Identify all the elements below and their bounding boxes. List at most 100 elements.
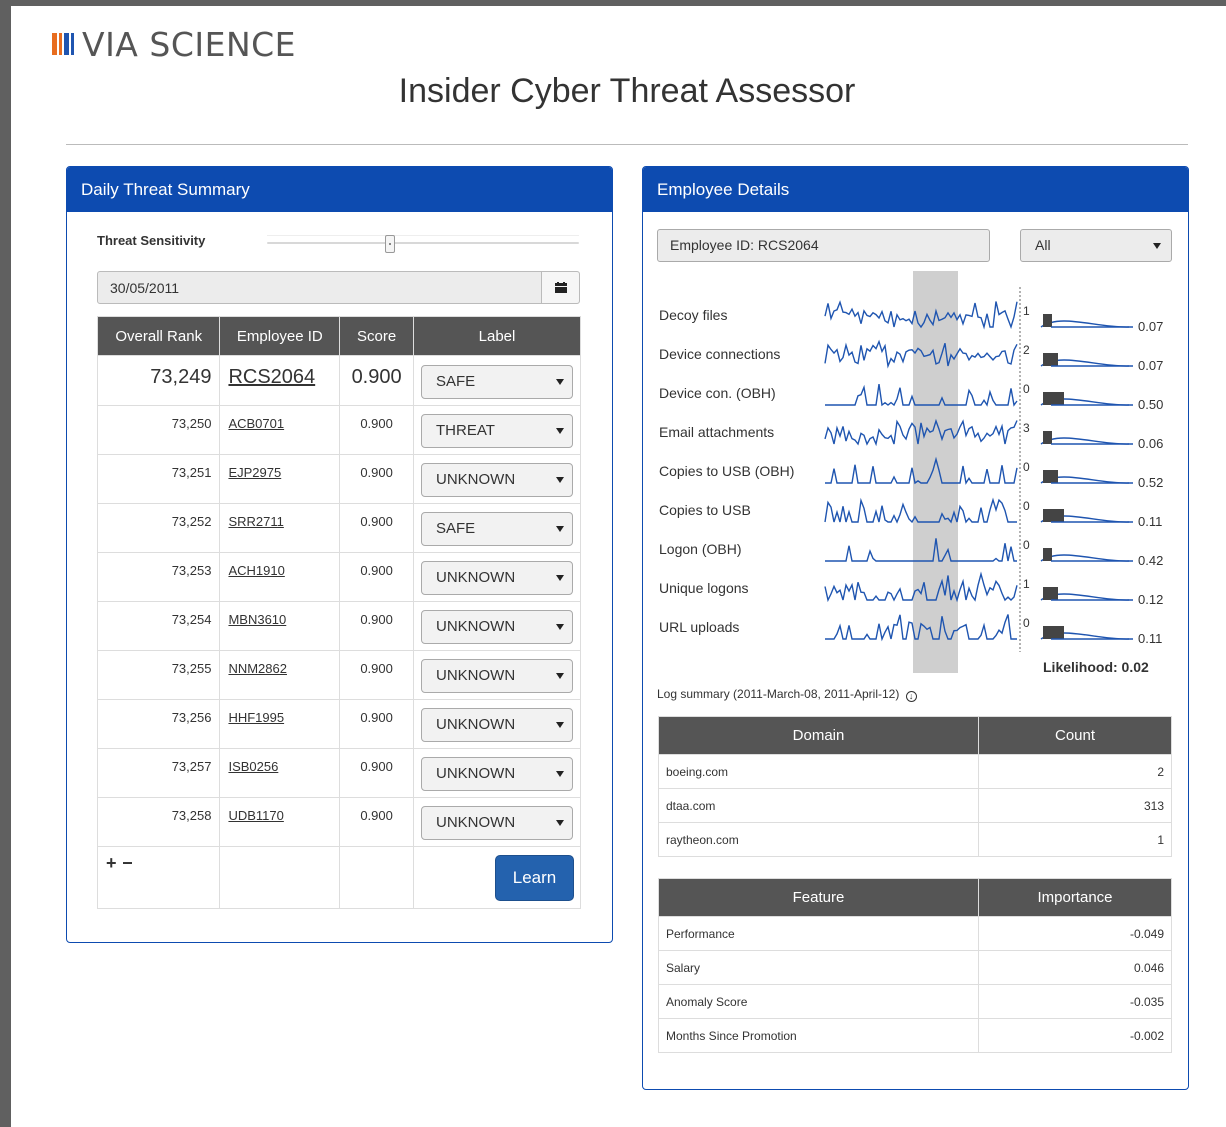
slider-handle[interactable] (385, 235, 395, 253)
table-row: raytheon.com 1 (658, 822, 1172, 857)
table-row[interactable]: 73,251 EJP2975 0.900 UNKNOWN (96, 454, 581, 504)
label-selected-value: UNKNOWN (436, 716, 516, 733)
label-cell: UNKNOWN (413, 650, 581, 700)
feature-label: Copies to USB (659, 502, 751, 518)
label-select[interactable]: UNKNOWN (421, 610, 573, 644)
panel-title: Employee Details (643, 167, 1188, 212)
date-picker (97, 271, 580, 304)
column-header-importance[interactable]: Importance (978, 878, 1172, 917)
add-row-button[interactable]: + (98, 853, 117, 873)
label-select[interactable]: SAFE (421, 365, 573, 399)
employee-details-panel: Employee Details Employee ID: RCS2064 Al… (642, 166, 1189, 1090)
column-header-employee-id[interactable]: Employee ID (219, 316, 341, 356)
employee-id-link[interactable]: NNM2862 (228, 661, 287, 676)
table-row: dtaa.com 313 (658, 788, 1172, 823)
table-row[interactable]: 73,252 SRR2711 0.900 SAFE (96, 503, 581, 553)
label-select[interactable]: UNKNOWN (421, 463, 573, 497)
feature-label: Device connections (659, 346, 780, 362)
feature-label: URL uploads (659, 619, 739, 635)
chevron-down-icon (556, 820, 564, 826)
threat-sensitivity-slider[interactable] (267, 235, 579, 244)
rank-cell: 73,254 (96, 601, 221, 651)
remove-row-button[interactable]: − (120, 853, 133, 873)
employee-id-link[interactable]: ISB0256 (228, 759, 278, 774)
label-cell: THREAT (413, 405, 581, 455)
score-cell: 0.900 (339, 650, 414, 700)
chevron-down-icon (556, 624, 564, 630)
chevron-down-icon (556, 771, 564, 777)
label-selected-value: UNKNOWN (436, 569, 516, 586)
table-row[interactable]: 73,254 MBN3610 0.900 UNKNOWN (96, 601, 581, 651)
table-row[interactable]: 73,250 ACB0701 0.900 THREAT (96, 405, 581, 455)
probability-value: 0.11 (1138, 514, 1162, 529)
distribution-bar (1043, 509, 1064, 522)
employee-id-link[interactable]: ACB0701 (228, 416, 284, 431)
distribution-bar (1043, 353, 1058, 366)
table-row[interactable]: 73,255 NNM2862 0.900 UNKNOWN (96, 650, 581, 700)
probability-value: 0.50 (1138, 397, 1163, 412)
table-row[interactable]: 73,253 ACH1910 0.900 UNKNOWN (96, 552, 581, 602)
title-divider (66, 144, 1188, 145)
label-select[interactable]: UNKNOWN (421, 806, 573, 840)
label-select[interactable]: UNKNOWN (421, 561, 573, 595)
employee-id-field[interactable]: Employee ID: RCS2064 (657, 229, 990, 262)
row-controls: + − (96, 846, 221, 909)
distribution-curve (1040, 320, 1130, 328)
empty-cell (339, 846, 414, 909)
label-select[interactable]: THREAT (421, 414, 573, 448)
calendar-button[interactable] (541, 272, 579, 303)
distribution-curve (1040, 554, 1130, 562)
column-header-rank[interactable]: Overall Rank (96, 316, 221, 356)
distribution-bar (1043, 431, 1052, 444)
filter-selected-value: All (1035, 237, 1051, 253)
info-icon[interactable]: ↓ (905, 691, 917, 702)
feature-cell: Salary (658, 950, 979, 985)
employee-id-cell: ACB0701 (219, 405, 341, 455)
employee-id-link[interactable]: ACH1910 (228, 563, 284, 578)
feature-label: Unique logons (659, 580, 749, 596)
employee-id-link[interactable]: RCS2064 (228, 366, 315, 388)
current-value-label: 0 (1023, 499, 1030, 513)
column-header-label[interactable]: Label (413, 316, 581, 356)
employee-id-link[interactable]: UDB1170 (228, 808, 283, 823)
probability-value: 0.12 (1138, 592, 1163, 607)
column-header-feature[interactable]: Feature (658, 878, 979, 917)
table-row[interactable]: 73,249 RCS2064 0.900 SAFE (96, 355, 581, 406)
learn-button[interactable]: Learn (495, 855, 574, 901)
table-row[interactable]: 73,258 UDB1170 0.900 UNKNOWN (96, 797, 581, 847)
employee-id-link[interactable]: MBN3610 (228, 612, 286, 627)
column-header-count[interactable]: Count (978, 716, 1172, 755)
label-selected-value: SAFE (436, 520, 476, 537)
label-select[interactable]: SAFE (421, 512, 573, 546)
employee-id-cell: SRR2711 (219, 503, 341, 553)
label-selected-value: THREAT (436, 422, 495, 439)
label-select[interactable]: UNKNOWN (421, 708, 573, 742)
current-value-label: 0 (1023, 538, 1030, 552)
feature-filter-select[interactable]: All (1020, 229, 1172, 262)
probability-value: 0.07 (1138, 358, 1163, 373)
label-select[interactable]: UNKNOWN (421, 659, 573, 693)
label-selected-value: UNKNOWN (436, 618, 516, 635)
table-row[interactable]: 73,257 ISB0256 0.900 UNKNOWN (96, 748, 581, 798)
column-header-domain[interactable]: Domain (658, 716, 979, 755)
date-input[interactable] (98, 272, 541, 303)
table-row[interactable]: 73,256 HHF1995 0.900 UNKNOWN (96, 699, 581, 749)
log-summary-text: Log summary (2011-March-08, 2011-April-1… (657, 687, 900, 701)
chevron-down-icon (556, 428, 564, 434)
label-selected-value: SAFE (436, 373, 476, 390)
column-header-score[interactable]: Score (339, 316, 414, 356)
employee-id-cell: EJP2975 (219, 454, 341, 504)
employee-id-link[interactable]: EJP2975 (228, 465, 281, 480)
employee-id-link[interactable]: HHF1995 (228, 710, 284, 725)
employee-id-link[interactable]: SRR2711 (228, 514, 283, 529)
daily-threat-summary-panel: Daily Threat Summary Threat Sensitivity … (66, 166, 613, 943)
employee-id-cell: MBN3610 (219, 601, 341, 651)
rank-cell: 73,253 (96, 552, 221, 602)
brand-mark-bar (71, 33, 74, 55)
label-select[interactable]: UNKNOWN (421, 757, 573, 791)
domain-cell: boeing.com (658, 754, 979, 789)
score-cell: 0.900 (339, 405, 414, 455)
distribution-bar (1043, 314, 1052, 327)
employee-id-cell: NNM2862 (219, 650, 341, 700)
probability-value: 0.52 (1138, 475, 1163, 490)
